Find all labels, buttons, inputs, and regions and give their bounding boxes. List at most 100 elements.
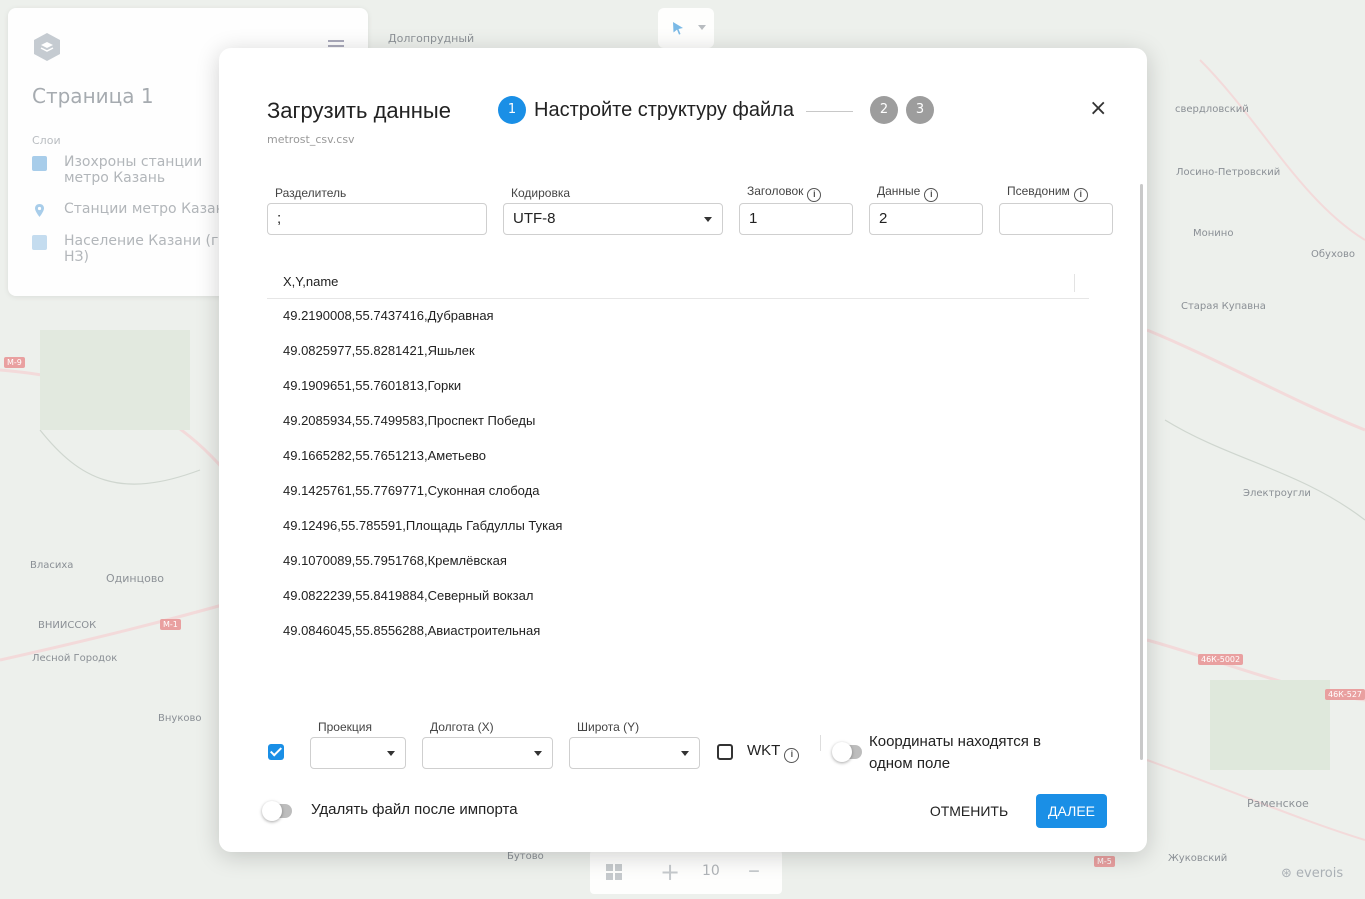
table-row: 49.2190008,55.7437416,Дубравная: [283, 308, 494, 323]
app-logo-icon: [34, 33, 60, 61]
map-label: Лесной Городок: [32, 653, 118, 664]
header-label-text: Заголовок: [747, 184, 804, 198]
basemap-grid-icon[interactable]: [606, 864, 622, 880]
layer-item[interactable]: Население Казани (гекс НЗ): [32, 233, 244, 267]
encoding-select[interactable]: UTF-8: [503, 203, 723, 235]
table-row: 49.0846045,55.8556288,Авиастроительная: [283, 623, 541, 638]
single-field-label-line2: одном поле: [869, 755, 951, 772]
caret-down-icon: [704, 217, 712, 222]
zoom-control: + 10 –: [590, 850, 782, 894]
table-row: 49.1909651,55.7601813,Горки: [283, 378, 462, 393]
step-connector: [806, 111, 853, 112]
column-header: X,Y,name: [283, 274, 339, 289]
road-sign: М-9: [4, 357, 25, 368]
map-label: Обухово: [1311, 249, 1356, 260]
longitude-select[interactable]: [422, 737, 553, 769]
map-label: ВНИИССОК: [38, 620, 97, 631]
encoding-label: Кодировка: [511, 186, 571, 200]
map-label: Одинцово: [106, 572, 165, 585]
preview-table-header: X,Y,name: [267, 274, 1089, 299]
cursor-icon: [673, 22, 683, 35]
info-icon[interactable]: i: [1073, 188, 1088, 202]
close-icon[interactable]: ×: [1089, 98, 1107, 120]
latitude-label: Широта (Y): [577, 720, 640, 734]
step-label: Настройте структуру файла: [534, 99, 794, 121]
chevron-down-icon: [698, 25, 706, 30]
brand-name: everois: [1296, 866, 1344, 881]
projection-select[interactable]: [310, 737, 406, 769]
road-sign: 46К-5002: [1198, 654, 1244, 665]
header-label: Заголовок i: [747, 184, 822, 202]
road-sign: 46К-527: [1325, 689, 1365, 700]
table-row: 49.1425761,55.7769771,Суконная слобода: [283, 483, 540, 498]
divider: [820, 735, 821, 751]
alias-label-text: Псевдоним: [1007, 184, 1070, 198]
alias-input[interactable]: [999, 203, 1113, 235]
layer-item[interactable]: Изохроны станции метро Казань: [32, 154, 242, 188]
separator-input[interactable]: ;: [267, 203, 487, 235]
map-label: Электроугли: [1243, 488, 1311, 499]
map-pin-icon: [35, 204, 44, 217]
column-resize-handle[interactable]: [1074, 274, 1075, 292]
wkt-checkbox[interactable]: [717, 744, 733, 760]
encoding-value: UTF-8: [513, 210, 556, 227]
latitude-select[interactable]: [569, 737, 700, 769]
delete-after-import-toggle[interactable]: [262, 801, 292, 821]
caret-down-icon: [387, 751, 395, 756]
separator-label: Разделитель: [275, 186, 347, 200]
map-label: свердловский: [1175, 104, 1249, 115]
longitude-label: Долгота (X): [430, 720, 494, 734]
table-row: 49.0822239,55.8419884,Северный вокзал: [283, 588, 534, 603]
layers-section-title: Слои: [32, 134, 61, 147]
next-button[interactable]: ДАЛЕЕ: [1036, 794, 1107, 828]
file-name: metrost_csv.csv: [267, 133, 355, 146]
layer-label: Изохроны станции метро Казань: [64, 154, 203, 186]
table-row: 49.2085934,55.7499583,Проспект Победы: [283, 413, 536, 428]
layer-item[interactable]: Станции метро Казани: [32, 201, 242, 219]
info-icon[interactable]: i: [784, 748, 800, 763]
hexagon-swatch-icon: [32, 235, 47, 250]
info-icon[interactable]: i: [924, 188, 939, 202]
map-label: Старая Купавна: [1181, 301, 1266, 312]
table-row: 49.0825977,55.8281421,Яшьлек: [283, 343, 475, 358]
road-sign: М-1: [160, 619, 181, 630]
header-row-input[interactable]: 1: [739, 203, 853, 235]
projection-label: Проекция: [318, 720, 372, 734]
step-indicator-current: 1: [498, 96, 526, 124]
map-label: Монино: [1193, 228, 1234, 239]
table-row: 49.1070089,55.7951768,Кремлёвская: [283, 553, 507, 568]
map-label: Долгопрудный: [388, 32, 475, 45]
brand-mark-icon: ⊛: [1281, 866, 1297, 881]
zoom-out-button[interactable]: –: [748, 856, 760, 884]
dialog-title: Загрузить данные: [267, 98, 451, 123]
scrollbar[interactable]: [1140, 184, 1143, 760]
polygon-swatch-icon: [32, 156, 47, 171]
cancel-button[interactable]: ОТМЕНИТЬ: [928, 794, 1010, 828]
single-field-label-line1: Координаты находятся в: [869, 733, 1041, 750]
data-row-input[interactable]: 2: [869, 203, 983, 235]
table-row: 49.12496,55.785591,Площадь Габдуллы Тука…: [283, 518, 563, 533]
page-title: Страница 1: [32, 84, 154, 108]
coordinates-checkbox[interactable]: [268, 744, 284, 760]
wkt-label: WKT i: [747, 742, 800, 763]
data-label: Данные i: [877, 184, 939, 202]
step-indicator-3: 3: [906, 96, 934, 124]
map-tool-selector[interactable]: [658, 8, 714, 48]
map-label: Бутово: [507, 851, 544, 862]
map-label: Раменское: [1247, 797, 1309, 810]
map-label: Жуковский: [1168, 853, 1228, 864]
info-icon[interactable]: i: [807, 188, 822, 202]
upload-data-dialog: Загрузить данные metrost_csv.csv 1 Настр…: [219, 48, 1147, 852]
layer-label: Население Казани (гекс НЗ): [64, 233, 244, 265]
alias-label: Псевдоним i: [1007, 184, 1088, 202]
data-label-text: Данные: [877, 184, 921, 198]
single-field-toggle[interactable]: [832, 742, 862, 762]
road-sign: М-5: [1094, 856, 1115, 867]
step-indicator-2: 2: [870, 96, 898, 124]
map-label: Лосино-Петровский: [1176, 167, 1281, 178]
single-field-label: Координаты находятся в одном поле: [869, 731, 1041, 775]
wkt-label-text: WKT: [747, 742, 781, 759]
zoom-in-button[interactable]: +: [660, 858, 680, 886]
layer-label: Станции метро Казани: [64, 201, 234, 217]
table-row: 49.1665282,55.7651213,Аметьево: [283, 448, 486, 463]
